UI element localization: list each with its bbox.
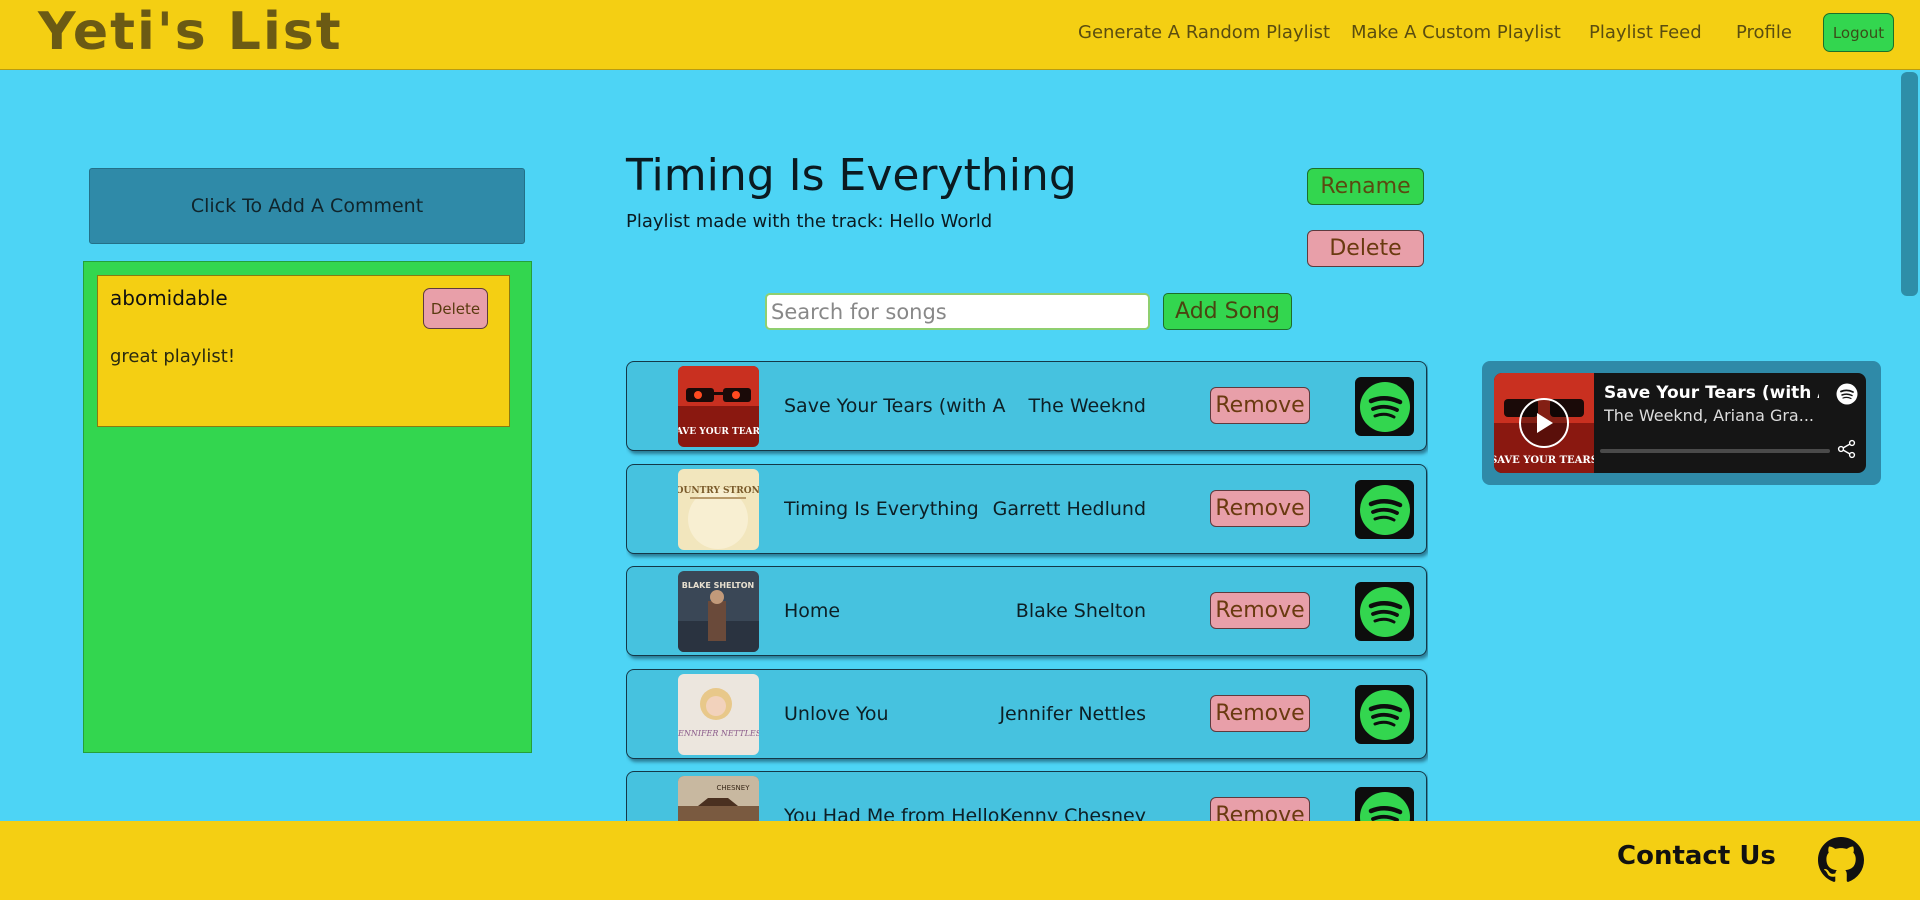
player-track-title: Save Your Tears (with A...: [1604, 383, 1819, 403]
site-logo[interactable]: Yeti's List: [38, 2, 343, 62]
track-row: COUNTRY STRONG Timing Is Everything Garr…: [626, 464, 1427, 554]
footer: Contact Us: [0, 821, 1920, 900]
comment-text: great playlist!: [110, 346, 236, 367]
album-art: JENNIFER NETTLES: [678, 674, 759, 755]
spotify-embed-player: SAVE YOUR TEARS Save Your Tears (with A.…: [1494, 373, 1866, 473]
spotify-icon[interactable]: [1355, 480, 1414, 539]
player-art-text: SAVE YOUR TEARS: [1494, 455, 1594, 466]
spotify-icon[interactable]: [1355, 377, 1414, 436]
playlist-title: Timing Is Everything: [626, 150, 1077, 201]
remove-track-button[interactable]: Remove: [1210, 797, 1310, 821]
track-name: Save Your Tears (with A...: [784, 395, 1006, 417]
remove-track-button[interactable]: Remove: [1210, 695, 1310, 732]
remove-track-button[interactable]: Remove: [1210, 490, 1310, 527]
nav-make-custom-playlist[interactable]: Make A Custom Playlist: [1351, 22, 1561, 43]
track-artist: Blake Shelton: [1015, 600, 1146, 622]
album-art: CHESNEY: [678, 776, 759, 821]
player-progress-bar[interactable]: [1600, 449, 1830, 453]
delete-playlist-button[interactable]: Delete: [1307, 230, 1424, 267]
comment-card: abomidable Delete great playlist!: [97, 275, 510, 427]
album-art: SAVE YOUR TEARS: [678, 366, 759, 447]
album-art: COUNTRY STRONG: [678, 469, 759, 550]
delete-comment-button[interactable]: Delete: [423, 288, 488, 329]
spotify-icon[interactable]: [1355, 582, 1414, 641]
share-icon[interactable]: [1837, 439, 1857, 459]
top-navbar: Yeti's List Generate A Random Playlist M…: [0, 0, 1920, 70]
song-search-input[interactable]: [765, 293, 1150, 330]
track-name: Home: [784, 600, 841, 622]
track-row: SAVE YOUR TEARS Save Your Tears (with A.…: [626, 361, 1427, 451]
player-track-artist: The Weeknd, Ariana Gra...: [1604, 406, 1814, 425]
remove-track-button[interactable]: Remove: [1210, 592, 1310, 629]
rename-playlist-button[interactable]: Rename: [1307, 168, 1424, 205]
playlist-subtitle: Playlist made with the track: Hello Worl…: [626, 211, 993, 232]
track-artist: Kenny Chesney: [999, 805, 1146, 821]
album-art: BLAKE SHELTON: [678, 571, 759, 652]
logout-button[interactable]: Logout: [1823, 13, 1894, 52]
track-list: SAVE YOUR TEARS Save Your Tears (with A.…: [626, 361, 1428, 821]
album-art-text: BLAKE SHELTON: [682, 581, 754, 590]
track-artist: Jennifer Nettles: [999, 703, 1146, 725]
track-artist: Garrett Hedlund: [992, 498, 1146, 520]
github-icon[interactable]: [1818, 837, 1864, 883]
album-art-text: COUNTRY STRONG: [678, 486, 759, 496]
track-artist: The Weeknd: [1028, 395, 1146, 417]
track-row: JENNIFER NETTLES Unlove You Jennifer Net…: [626, 669, 1427, 759]
add-song-button[interactable]: Add Song: [1163, 293, 1292, 330]
add-comment-button[interactable]: Click To Add A Comment: [89, 168, 525, 244]
scrollbar-thumb[interactable]: [1901, 72, 1918, 296]
nav-profile[interactable]: Profile: [1736, 22, 1792, 43]
album-art-text: CHESNEY: [717, 784, 751, 792]
nav-playlist-feed[interactable]: Playlist Feed: [1589, 22, 1702, 43]
track-name: Unlove You: [784, 703, 889, 725]
track-name: You Had Me from Hello: [784, 805, 1000, 821]
nav-generate-random-playlist[interactable]: Generate A Random Playlist: [1078, 22, 1330, 43]
comment-username: abomidable: [110, 286, 228, 310]
album-art-text: SAVE YOUR TEARS: [678, 427, 759, 437]
album-art-text: JENNIFER NETTLES: [678, 729, 759, 738]
spotify-icon[interactable]: [1355, 787, 1414, 821]
track-name: Timing Is Everything: [784, 498, 979, 520]
play-icon[interactable]: [1519, 398, 1569, 448]
spotify-icon[interactable]: [1355, 685, 1414, 744]
remove-track-button[interactable]: Remove: [1210, 387, 1310, 424]
track-row: CHESNEY You Had Me from Hello Kenny Ches…: [626, 771, 1427, 821]
contact-us-link[interactable]: Contact Us: [1617, 841, 1776, 871]
spotify-logo-icon[interactable]: [1836, 383, 1858, 405]
track-row: BLAKE SHELTON Home Blake Shelton Remove: [626, 566, 1427, 656]
